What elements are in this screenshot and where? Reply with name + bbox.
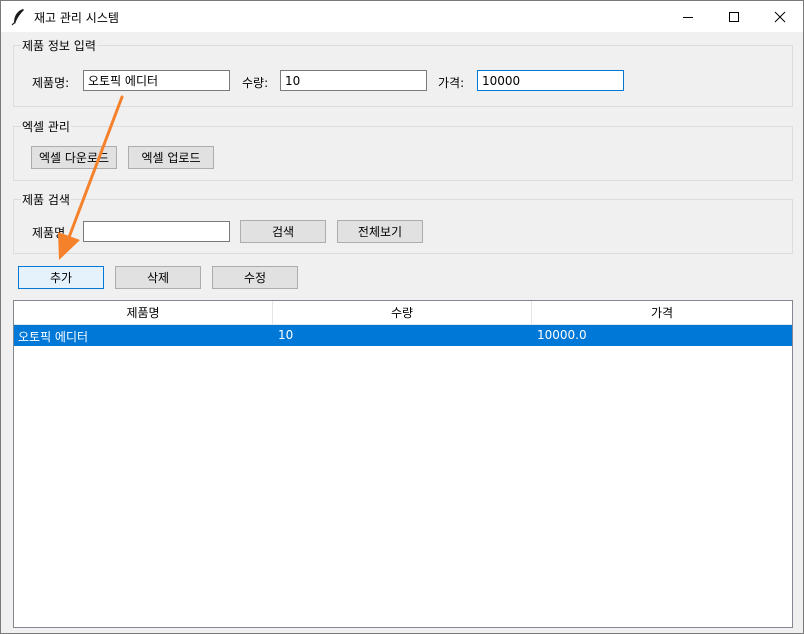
show-all-button[interactable]: 전체보기 xyxy=(337,220,423,243)
maximize-button[interactable] xyxy=(711,1,757,32)
excel-title: 엑셀 관리 xyxy=(21,118,71,135)
column-header-price[interactable]: 가격 xyxy=(532,301,792,325)
table-row[interactable]: 오토픽 에디터 10 10000.0 xyxy=(14,325,792,346)
window-title: 재고 관리 시스템 xyxy=(34,11,119,25)
quantity-label: 수량: xyxy=(242,76,269,90)
table-header: 제품명 수량 가격 xyxy=(14,301,792,325)
app-window: 재고 관리 시스템 제품 정보 입력 제품명: 수량: 가격: 엑셀 관 xyxy=(0,0,804,634)
product-info-group: 제품 정보 입력 제품명: 수량: 가격: xyxy=(13,37,793,107)
column-header-name[interactable]: 제품명 xyxy=(14,301,273,325)
title-bar[interactable]: 재고 관리 시스템 xyxy=(1,1,803,32)
feather-icon xyxy=(11,8,27,26)
search-name-label: 제품명 xyxy=(32,226,66,240)
price-label: 가격: xyxy=(438,76,465,90)
product-name-label: 제품명: xyxy=(32,76,70,90)
cell-name: 오토픽 에디터 xyxy=(18,330,89,344)
search-button[interactable]: 검색 xyxy=(240,220,326,243)
close-button[interactable] xyxy=(757,1,803,32)
excel-upload-button[interactable]: 엑셀 업로드 xyxy=(128,146,214,169)
product-info-title: 제품 정보 입력 xyxy=(21,37,97,54)
add-button[interactable]: 추가 xyxy=(18,266,104,289)
search-group: 제품 검색 제품명 검색 전체보기 xyxy=(13,191,793,254)
cell-price: 10000.0 xyxy=(537,328,587,342)
price-input[interactable] xyxy=(477,70,624,91)
cell-quantity: 10 xyxy=(278,328,294,342)
minimize-button[interactable] xyxy=(665,1,711,32)
search-title: 제품 검색 xyxy=(21,191,71,208)
search-input[interactable] xyxy=(83,221,230,242)
excel-group: 엑셀 관리 엑셀 다운로드 엑셀 업로드 xyxy=(13,118,793,181)
maximize-icon xyxy=(729,11,739,22)
quantity-input[interactable] xyxy=(280,70,427,91)
edit-button[interactable]: 수정 xyxy=(212,266,298,289)
column-header-quantity[interactable]: 수량 xyxy=(273,301,532,325)
close-icon xyxy=(774,11,786,22)
product-name-input[interactable] xyxy=(83,70,230,91)
product-table[interactable]: 제품명 수량 가격 오토픽 에디터 10 10000.0 xyxy=(13,300,793,628)
delete-button[interactable]: 삭제 xyxy=(115,266,201,289)
minimize-icon xyxy=(683,16,693,18)
excel-download-button[interactable]: 엑셀 다운로드 xyxy=(31,146,117,169)
